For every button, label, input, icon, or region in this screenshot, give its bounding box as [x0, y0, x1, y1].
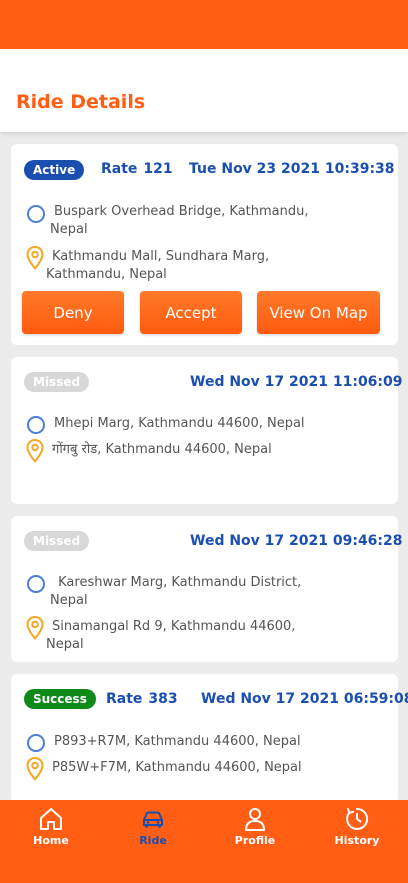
ride-card[interactable]: Success Rate 383 Wed Nov 17 2021 06:59:08… [11, 674, 408, 804]
rate-display: Rate 383 [106, 691, 178, 707]
drop-location: गोंगबु रोड, Kathmandu 44600, Nepal [25, 438, 385, 463]
profile-icon [245, 808, 265, 831]
nav-ride[interactable]: Ride [102, 806, 204, 847]
pickup-location: P893+R7M, Kathmandu 44600, Nepal [25, 732, 385, 754]
rate-display: Rate 121 [101, 161, 173, 177]
status-badge: Active [24, 160, 85, 180]
car-icon [143, 811, 163, 828]
nav-history[interactable]: History [306, 806, 408, 847]
pickup-line1: Buspark Overhead Bridge, Kathmandu, [54, 204, 309, 219]
pickup-location: Kareshwar Marg, Kathmandu District, Nepa… [25, 573, 385, 613]
location-pin-icon [25, 615, 45, 640]
nav-label: Home [33, 834, 69, 847]
ride-card[interactable]: Active Rate 121 Tue Nov 23 2021 10:39:38 … [11, 144, 398, 345]
drop-location: Sinamangal Rd 9, Kathmandu 44600, Nepal [25, 615, 385, 656]
rate-value: 121 [143, 161, 173, 177]
pickup-circle-icon [25, 203, 45, 225]
location-pin-icon [25, 438, 45, 463]
ride-card[interactable]: Missed Wed Nov 17 2021 11:06:09 Mhepi Ma… [11, 357, 403, 504]
ride-datetime: Wed Nov 17 2021 09:46:28 [190, 533, 403, 549]
nav-label: Profile [234, 834, 276, 847]
pickup-line2: Nepal [50, 593, 88, 608]
drop-location: P85W+F7M, Kathmandu 44600, Nepal [25, 756, 385, 781]
nav-home[interactable]: Home [0, 806, 102, 847]
status-bar [0, 0, 408, 49]
deny-button[interactable]: Deny [22, 291, 124, 334]
pickup-circle-icon [25, 573, 45, 595]
ride-datetime: Tue Nov 23 2021 10:39:38 [189, 161, 395, 177]
drop-line1: गोंगबु रोड, Kathmandu 44600, Nepal [52, 442, 272, 457]
rate-label: Rate [106, 691, 143, 707]
rate-value: 383 [148, 691, 178, 707]
drop-line1: Kathmandu Mall, Sundhara Marg, [52, 249, 270, 264]
nav-profile[interactable]: Profile [204, 806, 306, 847]
pickup-line1: Mhepi Marg, Kathmandu 44600, Nepal [54, 416, 305, 431]
status-badge: Success [24, 689, 96, 709]
status-badge: Missed [24, 372, 90, 392]
pickup-line1: Kareshwar Marg, Kathmandu District, [54, 575, 302, 590]
drop-line1: Sinamangal Rd 9, Kathmandu 44600, [52, 619, 296, 634]
home-icon [40, 808, 62, 830]
location-pin-icon [25, 756, 45, 781]
accept-button[interactable]: Accept [140, 291, 242, 334]
view-on-map-button[interactable]: View On Map [257, 291, 380, 334]
pickup-circle-icon [25, 414, 45, 436]
drop-line2: Nepal [46, 637, 84, 652]
pickup-line2: Nepal [50, 222, 88, 237]
drop-line1: P85W+F7M, Kathmandu 44600, Nepal [52, 760, 302, 775]
drop-location: Kathmandu Mall, Sundhara Marg, Kathmandu… [25, 245, 385, 286]
rate-label: Rate [101, 161, 138, 177]
pickup-circle-icon [25, 732, 45, 754]
nav-label: Ride [139, 834, 167, 847]
nav-label: History [334, 834, 380, 847]
drop-line2: Kathmandu, Nepal [46, 267, 167, 282]
bottom-nav: Home Ride Profile History [0, 800, 408, 883]
page-title: Ride Details [16, 91, 146, 113]
pickup-line1: P893+R7M, Kathmandu 44600, Nepal [54, 734, 301, 749]
ride-datetime: Wed Nov 17 2021 06:59:08 [201, 691, 408, 707]
status-badge: Missed [24, 531, 90, 551]
location-pin-icon [25, 245, 45, 270]
ride-datetime: Wed Nov 17 2021 11:06:09 [190, 374, 403, 390]
ride-card[interactable]: Missed Wed Nov 17 2021 09:46:28 Kareshwa… [11, 516, 403, 662]
pickup-location: Mhepi Marg, Kathmandu 44600, Nepal [25, 414, 385, 436]
history-icon [346, 807, 369, 830]
ride-actions: Deny Accept View On Map [11, 291, 398, 334]
pickup-location: Buspark Overhead Bridge, Kathmandu, Nepa… [25, 203, 385, 243]
header: Ride Details [0, 49, 408, 132]
